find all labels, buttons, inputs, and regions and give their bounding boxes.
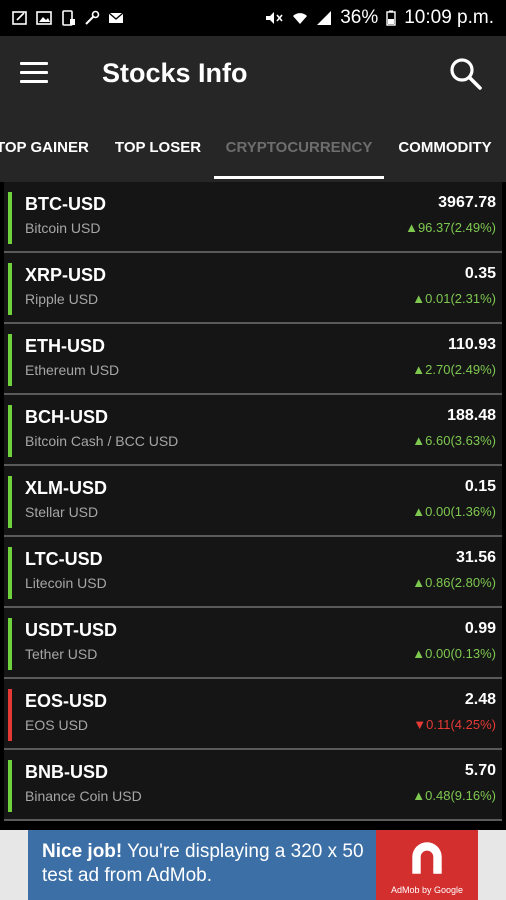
list-item[interactable]: LTC-USD Litecoin USD 31.56 ▲0.86(2.80%) xyxy=(4,537,502,608)
ticker-price: 110.93 xyxy=(447,336,496,353)
admob-icon xyxy=(412,842,442,874)
signal-icon xyxy=(317,11,332,25)
page-title: Stocks Info xyxy=(102,58,248,88)
ticker-symbol: USDT-USD xyxy=(25,620,118,640)
ticker-name: Binance Coin USD xyxy=(25,788,142,804)
app-bar: Stocks Info xyxy=(0,36,506,114)
wifi-icon xyxy=(293,13,308,24)
tab-top-gainer[interactable]: TOP GAINER xyxy=(0,114,89,182)
active-tab-indicator xyxy=(214,176,384,179)
tab-commodity[interactable]: COMMODITY xyxy=(392,114,498,182)
ticker-price: 0.35 xyxy=(464,265,496,282)
ad-logo-label: AdMob by Google xyxy=(390,885,464,895)
trend-bar xyxy=(8,689,12,741)
list-item[interactable]: XRP-USD Ripple USD 0.35 ▲0.01(2.31%) xyxy=(4,253,502,324)
ticker-change: ▲0.00(0.13%) xyxy=(412,646,496,661)
ad-text: Nice job! You're displaying a 320 x 50 t… xyxy=(42,841,364,886)
ticker-change: ▲2.70(2.49%) xyxy=(412,362,496,377)
ticker-price: 188.48 xyxy=(447,407,496,424)
image-notification-icon xyxy=(36,11,52,25)
ticker-change: ▼0.11(4.25%) xyxy=(413,717,496,732)
tab-cryptocurrency[interactable]: CRYPTOCURRENCY xyxy=(214,114,384,182)
ticker-symbol: LTC-USD xyxy=(25,549,103,569)
list-item[interactable]: XLM-USD Stellar USD 0.15 ▲0.00(1.36%) xyxy=(4,466,502,537)
search-icon[interactable] xyxy=(448,56,484,92)
trend-arrow-icon: ▲ xyxy=(412,291,426,306)
menu-icon[interactable] xyxy=(20,62,48,86)
trend-bar xyxy=(8,618,12,670)
ticker-price: 3967.78 xyxy=(438,194,496,211)
ad-banner[interactable]: Nice job! You're displaying a 320 x 50 t… xyxy=(0,830,506,900)
ticker-symbol: BCH-USD xyxy=(25,407,108,427)
phone-notification-icon xyxy=(62,10,75,26)
trend-arrow-icon: ▲ xyxy=(412,504,426,519)
tools-notification-icon xyxy=(85,10,100,25)
list-item[interactable]: ETH-USD Ethereum USD 110.93 ▲2.70(2.49%) xyxy=(4,324,502,395)
list-item[interactable]: BTC-USD Bitcoin USD 3967.78 ▲96.37(2.49%… xyxy=(4,182,502,253)
trend-arrow-icon: ▲ xyxy=(412,575,426,590)
crypto-list: BTC-USD Bitcoin USD 3967.78 ▲96.37(2.49%… xyxy=(0,182,506,821)
ticker-name: Litecoin USD xyxy=(25,575,107,591)
ticker-name: Tether USD xyxy=(25,646,98,662)
tab-bar: TOP GAINER TOP LOSER CRYPTOCURRENCY COMM… xyxy=(0,114,506,182)
ticker-price: 5.70 xyxy=(464,762,496,779)
tab-top-loser[interactable]: TOP LOSER xyxy=(108,114,208,182)
battery-icon xyxy=(386,10,396,26)
ticker-change: ▲6.60(3.63%) xyxy=(412,433,496,448)
trend-bar xyxy=(8,263,12,315)
notification-icons xyxy=(12,10,124,26)
ticker-change: ▲96.37(2.49%) xyxy=(405,220,496,235)
trend-arrow-icon: ▲ xyxy=(412,362,426,377)
trend-bar xyxy=(8,760,12,812)
ticker-change: ▲0.48(9.16%) xyxy=(412,788,496,803)
battery-percent: 36% xyxy=(340,7,379,28)
ticker-symbol: BTC-USD xyxy=(25,194,106,214)
trend-bar xyxy=(8,334,12,386)
ticker-symbol: BNB-USD xyxy=(25,762,108,782)
trend-bar xyxy=(8,192,12,244)
ticker-name: Stellar USD xyxy=(25,504,99,520)
ticker-price: 0.99 xyxy=(464,620,496,637)
ad-edge xyxy=(478,830,506,900)
ticker-name: Bitcoin Cash / BCC USD xyxy=(25,433,179,449)
ticker-symbol: XRP-USD xyxy=(25,265,107,285)
ticker-change: ▲0.86(2.80%) xyxy=(412,575,496,590)
ticker-price: 0.15 xyxy=(464,478,496,495)
trend-bar xyxy=(8,547,12,599)
list-item[interactable]: EOS-USD EOS USD 2.48 ▼0.11(4.25%) xyxy=(4,679,502,750)
ticker-symbol: EOS-USD xyxy=(25,691,108,711)
ticker-name: EOS USD xyxy=(25,717,89,733)
trend-bar xyxy=(8,476,12,528)
mute-icon xyxy=(266,12,283,24)
ticker-change: ▲0.00(1.36%) xyxy=(412,504,496,519)
admob-logo: AdMob by Google xyxy=(376,830,478,900)
ticker-name: Bitcoin USD xyxy=(25,220,101,236)
trend-arrow-icon: ▲ xyxy=(412,433,426,448)
ticker-symbol: ETH-USD xyxy=(25,336,105,356)
list-item[interactable]: USDT-USD Tether USD 0.99 ▲0.00(0.13%) xyxy=(4,608,502,679)
system-status: 36% 10:09 p.m. xyxy=(264,7,494,29)
list-item[interactable]: BNB-USD Binance Coin USD 5.70 ▲0.48(9.16… xyxy=(4,750,502,821)
clock: 10:09 p.m. xyxy=(404,7,494,28)
ticker-change: ▲0.01(2.31%) xyxy=(412,291,496,306)
edit-notification-icon xyxy=(12,11,27,25)
trend-arrow-icon: ▲ xyxy=(412,788,426,803)
trend-bar xyxy=(8,405,12,457)
trend-arrow-icon: ▲ xyxy=(405,220,418,235)
mail-notification-icon xyxy=(108,12,124,23)
trend-arrow-icon: ▲ xyxy=(412,646,426,661)
list-item[interactable]: BCH-USD Bitcoin Cash / BCC USD 188.48 ▲6… xyxy=(4,395,502,466)
ticker-name: Ripple USD xyxy=(25,291,99,307)
ticker-price: 31.56 xyxy=(455,549,496,566)
status-bar: 36% 10:09 p.m. xyxy=(0,0,506,36)
ticker-name: Ethereum USD xyxy=(25,362,120,378)
trend-arrow-icon: ▼ xyxy=(413,717,427,732)
ticker-price: 2.48 xyxy=(464,691,496,708)
ticker-symbol: XLM-USD xyxy=(25,478,107,498)
